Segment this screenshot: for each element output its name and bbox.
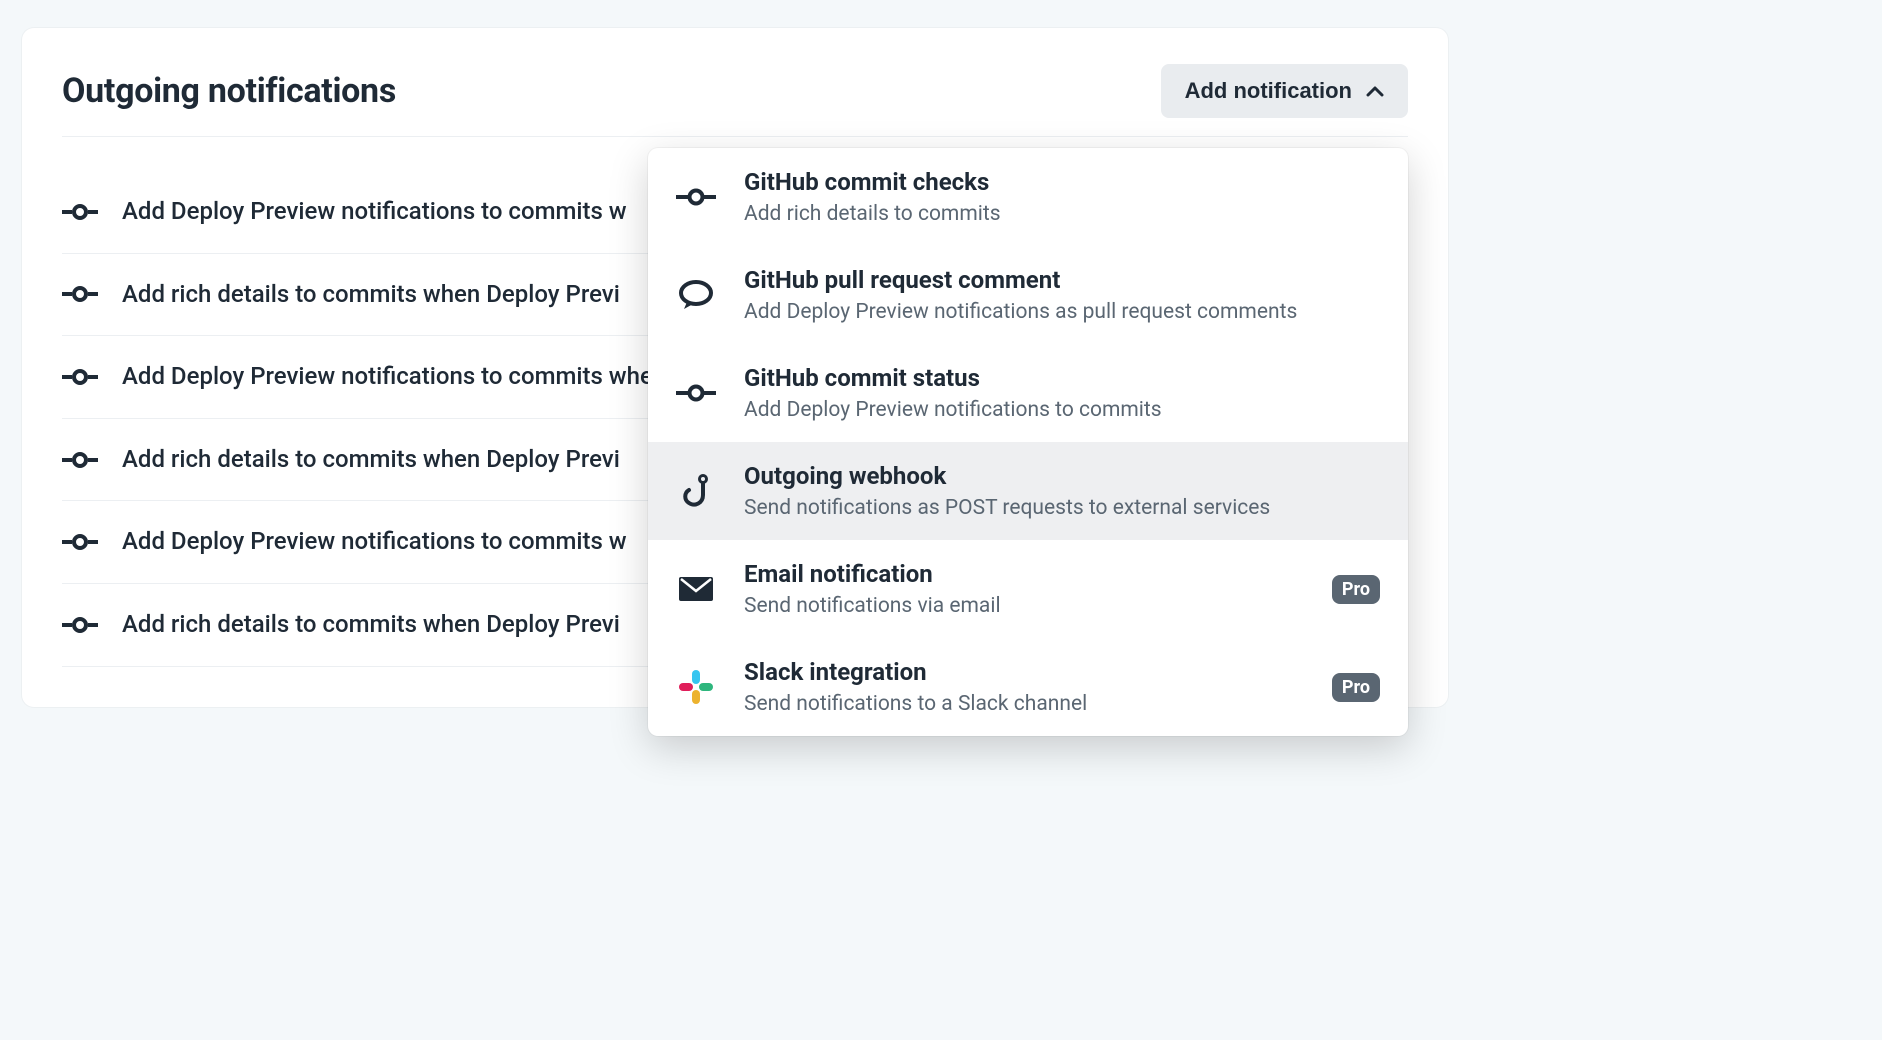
comment-icon bbox=[676, 279, 716, 311]
add-notification-button[interactable]: Add notification bbox=[1161, 64, 1408, 118]
dropdown-item-desc: Send notifications to a Slack channel bbox=[744, 692, 1304, 716]
dropdown-item-desc: Add rich details to commits bbox=[744, 202, 1380, 226]
dropdown-item-email-notification[interactable]: Email notification Send notifications vi… bbox=[648, 540, 1408, 638]
dropdown-item-text: GitHub commit status Add Deploy Preview … bbox=[744, 364, 1380, 422]
add-notification-label: Add notification bbox=[1185, 78, 1352, 104]
notifications-card: Outgoing notifications Add notification … bbox=[22, 28, 1448, 707]
webhook-icon bbox=[676, 473, 716, 509]
dropdown-item-title: GitHub commit checks bbox=[744, 168, 1380, 196]
dropdown-item-desc: Send notifications as POST requests to e… bbox=[744, 496, 1380, 520]
dropdown-item-outgoing-webhook[interactable]: Outgoing webhook Send notifications as P… bbox=[648, 442, 1408, 540]
commit-icon bbox=[62, 369, 98, 385]
dropdown-item-title: GitHub pull request comment bbox=[744, 266, 1380, 294]
add-notification-dropdown: GitHub commit checks Add rich details to… bbox=[648, 148, 1408, 736]
chevron-up-icon bbox=[1366, 85, 1384, 97]
dropdown-item-text: GitHub pull request comment Add Deploy P… bbox=[744, 266, 1380, 324]
pro-badge: Pro bbox=[1332, 575, 1380, 604]
commit-icon bbox=[62, 204, 98, 220]
email-icon bbox=[676, 576, 716, 602]
dropdown-item-title: GitHub commit status bbox=[744, 364, 1380, 392]
slack-icon bbox=[676, 670, 716, 704]
pro-badge: Pro bbox=[1332, 673, 1380, 702]
dropdown-item-text: Email notification Send notifications vi… bbox=[744, 560, 1304, 618]
dropdown-item-github-pr-comment[interactable]: GitHub pull request comment Add Deploy P… bbox=[648, 246, 1408, 344]
commit-icon bbox=[62, 617, 98, 633]
dropdown-item-slack-integration[interactable]: Slack integration Send notifications to … bbox=[648, 638, 1408, 736]
commit-icon bbox=[676, 188, 716, 206]
dropdown-item-title: Outgoing webhook bbox=[744, 462, 1380, 490]
dropdown-item-desc: Send notifications via email bbox=[744, 594, 1304, 618]
dropdown-item-text: GitHub commit checks Add rich details to… bbox=[744, 168, 1380, 226]
dropdown-item-github-commit-checks[interactable]: GitHub commit checks Add rich details to… bbox=[648, 148, 1408, 246]
commit-icon bbox=[62, 452, 98, 468]
dropdown-item-desc: Add Deploy Preview notifications to comm… bbox=[744, 398, 1380, 422]
dropdown-item-desc: Add Deploy Preview notifications as pull… bbox=[744, 300, 1380, 324]
dropdown-item-text: Slack integration Send notifications to … bbox=[744, 658, 1304, 716]
dropdown-item-title: Email notification bbox=[744, 560, 1304, 588]
dropdown-item-text: Outgoing webhook Send notifications as P… bbox=[744, 462, 1380, 520]
commit-icon bbox=[62, 286, 98, 302]
dropdown-item-title: Slack integration bbox=[744, 658, 1304, 686]
commit-icon bbox=[676, 384, 716, 402]
dropdown-item-github-commit-status[interactable]: GitHub commit status Add Deploy Preview … bbox=[648, 344, 1408, 442]
commit-icon bbox=[62, 534, 98, 550]
card-header: Outgoing notifications Add notification bbox=[62, 64, 1408, 137]
page-title: Outgoing notifications bbox=[62, 71, 396, 111]
